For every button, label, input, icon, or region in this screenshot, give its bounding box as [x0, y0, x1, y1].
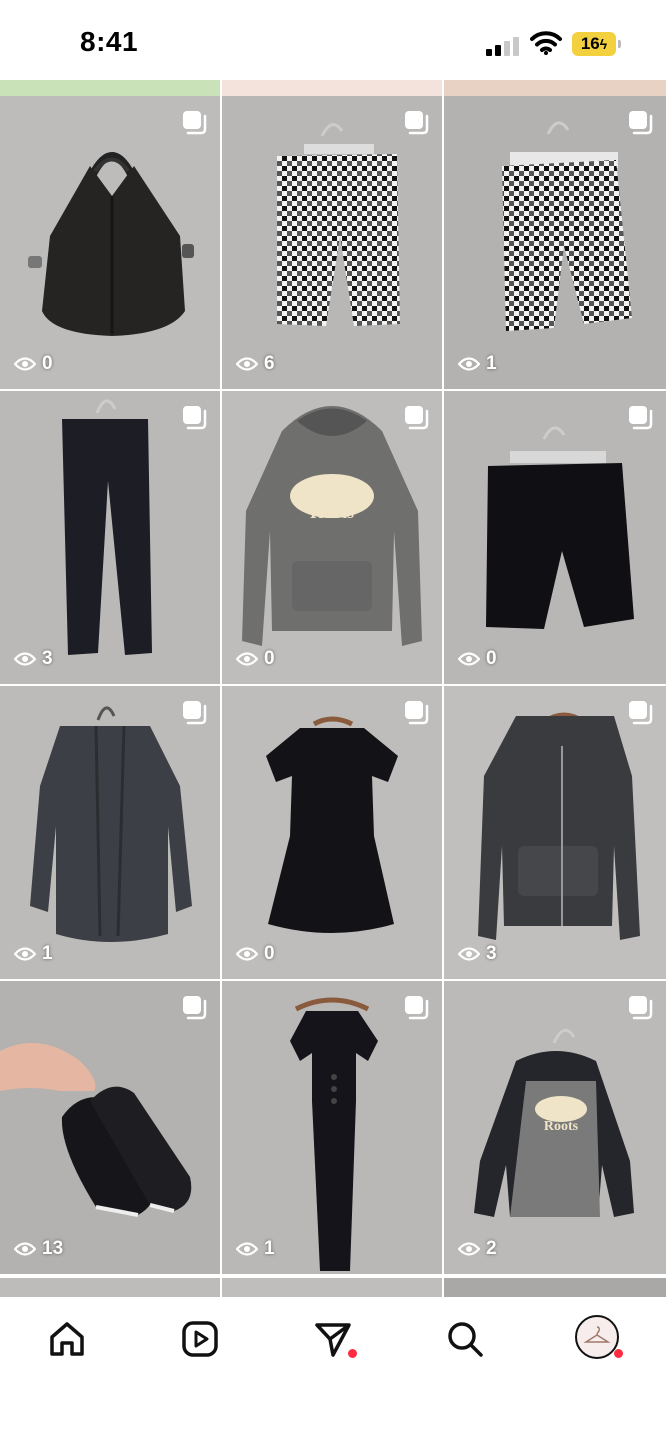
view-count: 3 — [14, 648, 53, 670]
post-image — [222, 96, 442, 389]
post-tile[interactable]: 1 — [444, 96, 666, 389]
multi-photo-icon — [181, 109, 207, 135]
post-image: Roots — [222, 391, 442, 684]
view-count-label: 0 — [42, 353, 53, 374]
multi-photo-icon — [627, 994, 653, 1020]
bottom-navigation — [0, 1297, 666, 1440]
view-count-label: 0 — [264, 943, 275, 964]
search-icon[interactable] — [443, 1317, 487, 1361]
eye-icon — [458, 1242, 480, 1256]
eye-icon — [14, 652, 36, 666]
post-tile[interactable]: 3 — [0, 391, 220, 684]
home-icon[interactable] — [45, 1317, 89, 1361]
multi-photo-icon — [181, 699, 207, 725]
notification-dot — [348, 1349, 357, 1358]
view-count: 1 — [14, 943, 53, 965]
multi-photo-icon — [403, 404, 429, 430]
eye-icon — [14, 1242, 36, 1256]
view-count: 2 — [458, 1238, 497, 1260]
post-image — [222, 686, 442, 979]
hanger-icon — [583, 1326, 611, 1343]
view-count: 0 — [236, 943, 275, 965]
view-count: 0 — [236, 648, 275, 670]
post-image — [222, 981, 442, 1274]
eye-icon — [236, 1242, 258, 1256]
post-image — [0, 686, 220, 979]
view-count: 6 — [236, 353, 275, 375]
post-image — [444, 686, 666, 979]
post-tile[interactable]: 13 — [0, 981, 220, 1274]
wifi-icon — [530, 30, 562, 61]
view-count-label: 0 — [486, 648, 497, 669]
post-image — [444, 391, 666, 684]
post-image: Roots — [444, 981, 666, 1274]
post-tile[interactable]: 6 — [222, 96, 442, 389]
partial-post[interactable] — [222, 80, 442, 96]
post-image — [0, 981, 220, 1274]
multi-photo-icon — [627, 699, 653, 725]
post-tile[interactable]: 1 — [222, 981, 442, 1274]
eye-icon — [458, 357, 480, 371]
view-count-label: 6 — [264, 353, 275, 374]
view-count-label: 3 — [42, 648, 53, 669]
battery-cap — [618, 40, 621, 48]
eye-icon — [14, 357, 36, 371]
post-tile[interactable]: 0 — [444, 391, 666, 684]
eye-icon — [236, 357, 258, 371]
roots-logo-text: Roots — [310, 502, 354, 522]
status-bar: 8:41 16ϟ — [0, 0, 666, 80]
post-tile[interactable]: Roots 0 — [222, 391, 442, 684]
multi-photo-icon — [403, 994, 429, 1020]
battery-icon: 16ϟ — [572, 32, 616, 56]
view-count: 0 — [458, 648, 497, 670]
partial-post[interactable] — [222, 1278, 442, 1298]
partial-post[interactable] — [0, 1278, 220, 1298]
eye-icon — [458, 652, 480, 666]
view-count-label: 0 — [264, 648, 275, 669]
eye-icon — [14, 947, 36, 961]
cellular-signal-icon — [486, 34, 522, 56]
view-count: 3 — [458, 943, 497, 965]
notification-dot — [614, 1349, 623, 1358]
profile-post-grid: 0 6 1 3 Roots 0 0 1 0 3 13 1 Roots 2 — [0, 96, 666, 1296]
post-image — [0, 96, 220, 389]
multi-photo-icon — [181, 404, 207, 430]
reels-icon[interactable] — [178, 1317, 222, 1361]
multi-photo-icon — [627, 109, 653, 135]
eye-icon — [236, 652, 258, 666]
battery-level: 16 — [580, 34, 600, 53]
view-count-label: 3 — [486, 943, 497, 964]
post-tile[interactable]: 1 — [0, 686, 220, 979]
post-tile[interactable]: Roots 2 — [444, 981, 666, 1274]
view-count-label: 13 — [42, 1238, 64, 1259]
view-count: 0 — [14, 353, 53, 375]
view-count: 1 — [236, 1238, 275, 1260]
roots-logo-text: Roots — [544, 1119, 579, 1134]
status-time: 8:41 — [80, 26, 139, 57]
profile-avatar[interactable] — [575, 1315, 619, 1359]
view-count-label: 2 — [486, 1238, 497, 1259]
view-count-label: 1 — [42, 943, 53, 964]
multi-photo-icon — [403, 699, 429, 725]
partial-post[interactable] — [0, 80, 220, 96]
multi-photo-icon — [403, 109, 429, 135]
multi-photo-icon — [181, 994, 207, 1020]
view-count: 1 — [458, 353, 497, 375]
view-count-label: 1 — [486, 353, 497, 374]
partial-post[interactable] — [444, 1278, 666, 1298]
post-image — [0, 391, 220, 684]
post-tile[interactable]: 3 — [444, 686, 666, 979]
view-count: 13 — [14, 1238, 63, 1260]
eye-icon — [236, 947, 258, 961]
multi-photo-icon — [627, 404, 653, 430]
post-tile[interactable]: 0 — [0, 96, 220, 389]
partial-post[interactable] — [444, 80, 666, 96]
view-count-label: 1 — [264, 1238, 275, 1259]
eye-icon — [458, 947, 480, 961]
post-tile[interactable]: 0 — [222, 686, 442, 979]
post-image — [444, 96, 666, 389]
